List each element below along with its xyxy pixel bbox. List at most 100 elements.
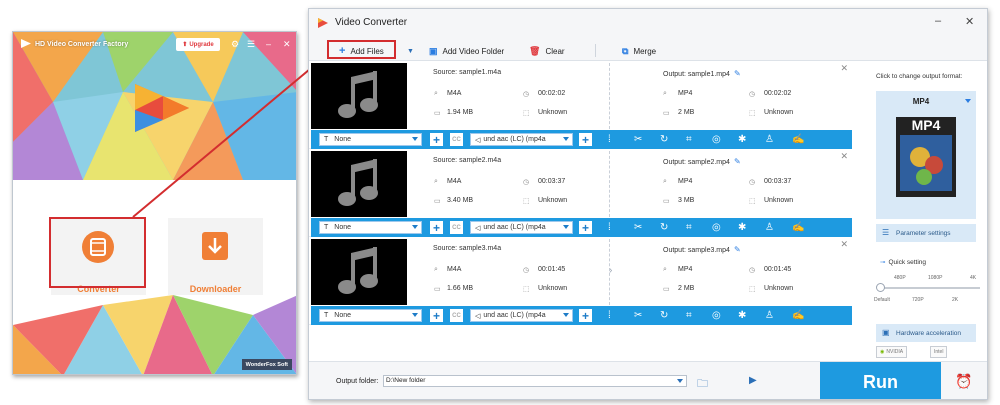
- output-filename-text: Output: sample2.mp4: [663, 159, 730, 166]
- run-button[interactable]: Run: [820, 362, 941, 399]
- effects-icon[interactable]: ⁞: [608, 310, 611, 321]
- chevron-down-icon[interactable]: [677, 379, 683, 383]
- merge-label: Merge: [633, 46, 657, 56]
- chevron-down-icon: [563, 313, 569, 317]
- source-size: 1.66 MB: [447, 285, 474, 292]
- output-resolution: Unknown: [764, 197, 794, 204]
- speaker-icon: ◁: [475, 224, 481, 232]
- edit-sign-icon[interactable]: ✍: [792, 310, 804, 321]
- add-subtitle-button[interactable]: +: [430, 221, 443, 234]
- remove-item-icon[interactable]: ✕: [840, 239, 848, 250]
- parameter-settings-button[interactable]: ☰ Parameter settings: [876, 224, 976, 242]
- edit-sign-icon[interactable]: ✍: [792, 134, 804, 145]
- add-audio-button[interactable]: +: [579, 221, 592, 234]
- output-format-selector[interactable]: MP4 MP4: [876, 91, 976, 219]
- file-size-icon: ▭: [663, 286, 670, 293]
- edit-pen-icon[interactable]: ✎: [734, 69, 741, 78]
- filter-icon[interactable]: ◎: [712, 134, 721, 145]
- tick-2k: 2K: [952, 297, 959, 303]
- quality-slider-track[interactable]: [880, 287, 980, 289]
- open-output-icon[interactable]: ▶: [749, 375, 757, 386]
- source-format: M4A: [447, 90, 462, 97]
- hardware-acceleration-button[interactable]: ▣ Hardware acceleration: [876, 324, 976, 342]
- edit-sign-icon[interactable]: ✍: [792, 222, 804, 233]
- merge-button[interactable]: ⧉ Merge: [622, 43, 656, 59]
- audio-track-select[interactable]: ◁ und aac (LC) (mp4a: [470, 309, 573, 322]
- effects-icon[interactable]: ⁞: [608, 222, 611, 233]
- chevron-down-icon: [965, 99, 971, 103]
- watermark-icon[interactable]: ♙: [765, 134, 774, 145]
- tick-4k: 4K: [970, 275, 977, 281]
- file-size-icon: ▭: [434, 198, 441, 205]
- rotate-icon[interactable]: ↻: [660, 310, 668, 321]
- magic-wand-icon[interactable]: ✱: [738, 134, 746, 145]
- toolbar: + Add Files ▼ ▣ Add Video Folder 🗑 Clear…: [309, 39, 987, 61]
- rotate-icon[interactable]: ↻: [660, 222, 668, 233]
- cc-icon[interactable]: CC: [450, 133, 463, 146]
- text-t-icon: T: [324, 312, 329, 319]
- effects-icon[interactable]: ⁞: [608, 134, 611, 145]
- cc-icon[interactable]: CC: [450, 309, 463, 322]
- cut-icon[interactable]: ✂: [634, 222, 642, 233]
- text-t-icon: T: [324, 224, 329, 231]
- audio-track-select[interactable]: ◁ und aac (LC) (mp4a: [470, 221, 573, 234]
- trash-icon: 🗑: [529, 45, 541, 56]
- subtitle-select[interactable]: T None: [319, 309, 422, 322]
- rotate-icon[interactable]: ↻: [660, 134, 668, 145]
- add-subtitle-button[interactable]: +: [430, 309, 443, 322]
- magic-wand-icon[interactable]: ✱: [738, 222, 746, 233]
- clear-label: Clear: [545, 46, 565, 56]
- subtitle-value: None: [334, 312, 352, 319]
- tick-1080p: 1080P: [928, 275, 943, 281]
- filter-icon[interactable]: ◎: [712, 310, 721, 321]
- cut-icon[interactable]: ✂: [634, 310, 642, 321]
- add-video-folder-button[interactable]: ▣ Add Video Folder: [429, 43, 504, 59]
- file-item[interactable]: Source: sample3.m4a ⌕ M4A ◷ 00:01:45 ▭ 1…: [309, 237, 852, 325]
- file-size-icon: ▭: [663, 198, 670, 205]
- nvidia-label: NVIDIA: [886, 349, 904, 355]
- intel-toggle[interactable]: Intel: [930, 346, 948, 358]
- main-titlebar: Video Converter – ✕: [309, 9, 987, 39]
- tick-480p: 480P: [894, 275, 906, 281]
- alarm-clock-icon[interactable]: ⏰: [955, 373, 972, 390]
- item-edit-bar: T None + CC ◁ und aac (LC) (mp4a + ⁞ ✂ ↻ ⌗…: [311, 218, 852, 237]
- folder-open-icon[interactable]: 🗀: [697, 375, 708, 394]
- audio-thumbnail: [311, 63, 407, 129]
- add-subtitle-button[interactable]: +: [430, 133, 443, 146]
- edit-pen-icon[interactable]: ✎: [734, 157, 741, 166]
- add-audio-button[interactable]: +: [579, 309, 592, 322]
- remove-item-icon[interactable]: ✕: [840, 63, 848, 74]
- output-filename-text: Output: sample3.mp4: [663, 247, 730, 254]
- output-filename-text: Output: sample1.mp4: [663, 71, 730, 78]
- filter-icon[interactable]: ◎: [712, 222, 721, 233]
- file-item[interactable]: Source: sample2.m4a ⌕ M4A ◷ 00:03:37 ▭ 3…: [309, 149, 852, 237]
- output-folder-field[interactable]: D:\New folder: [383, 375, 687, 387]
- edit-pen-icon[interactable]: ✎: [734, 245, 741, 254]
- close-button[interactable]: ✕: [965, 15, 974, 28]
- add-files-dropdown[interactable]: ▼: [407, 43, 414, 59]
- clear-button[interactable]: 🗑 Clear: [529, 43, 565, 59]
- source-filename: Source: sample3.m4a: [433, 245, 502, 252]
- nvidia-toggle[interactable]: ◉ NVIDIA: [876, 346, 908, 358]
- watermark-icon[interactable]: ♙: [765, 310, 774, 321]
- crop-icon[interactable]: ⌗: [686, 134, 692, 145]
- subtitle-select[interactable]: T None: [319, 133, 422, 146]
- magic-wand-icon[interactable]: ✱: [738, 310, 746, 321]
- cut-icon[interactable]: ✂: [634, 134, 642, 145]
- watermark-icon[interactable]: ♙: [765, 222, 774, 233]
- output-format-name: MP4: [912, 97, 930, 106]
- audio-track-select[interactable]: ◁ und aac (LC) (mp4a: [470, 133, 573, 146]
- output-size: 2 MB: [678, 109, 695, 116]
- crop-icon[interactable]: ⌗: [686, 310, 692, 321]
- file-item[interactable]: Source: sample1.m4a ⌕ M4A ◷ 00:02:02 ▭ 1…: [309, 61, 852, 149]
- minimize-button[interactable]: –: [935, 15, 941, 27]
- hardware-acceleration-label: Hardware acceleration: [896, 329, 962, 337]
- quality-slider-handle[interactable]: [876, 283, 885, 292]
- subtitle-select[interactable]: T None: [319, 221, 422, 234]
- cc-icon[interactable]: CC: [450, 221, 463, 234]
- crop-icon[interactable]: ⌗: [686, 222, 692, 233]
- source-resolution: Unknown: [538, 109, 568, 116]
- add-audio-button[interactable]: +: [579, 133, 592, 146]
- remove-item-icon[interactable]: ✕: [840, 151, 848, 162]
- format-icon: ⌕: [663, 266, 667, 273]
